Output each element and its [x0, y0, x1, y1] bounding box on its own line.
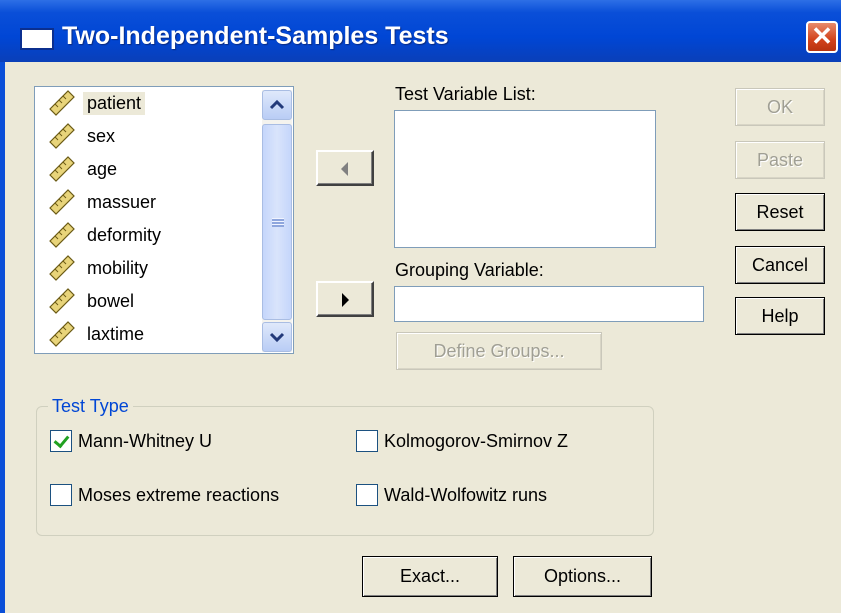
checkbox-unchecked-icon	[356, 484, 378, 506]
checkbox-checked-icon	[50, 430, 72, 452]
test-variable-list-label: Test Variable List:	[395, 84, 536, 104]
wald-wolfowitz-label: Wald-Wolfowitz runs	[384, 484, 548, 505]
variable-item-mobility[interactable]: mobility	[47, 253, 152, 283]
variable-name: laxtime	[87, 323, 145, 344]
variable-name: massuer	[87, 191, 157, 212]
variable-item-massuer[interactable]: massuer	[47, 187, 160, 217]
kolmogorov-smirnov-label: Kolmogorov-Smirnov Z	[384, 430, 569, 451]
help-label: Help	[761, 306, 799, 326]
title-bar: Two-Independent-Samples Tests ✕	[0, 0, 841, 62]
variable-item-deformity[interactable]: deformity	[47, 220, 165, 250]
scroll-up-button[interactable]	[262, 90, 292, 120]
checkbox-unchecked-icon	[356, 430, 378, 452]
reset-label: Reset	[756, 202, 804, 222]
variable-name: sex	[87, 125, 116, 146]
scale-variable-icon	[49, 222, 75, 248]
paste-button[interactable]: Paste	[735, 141, 825, 179]
kolmogorov-smirnov-checkbox[interactable]: Kolmogorov-Smirnov Z	[356, 430, 568, 452]
chevron-down-icon	[269, 332, 285, 343]
chevron-up-icon	[269, 99, 285, 110]
scroll-thumb[interactable]	[262, 124, 292, 320]
grip-icon	[272, 218, 284, 227]
test-type-title: Test Type	[48, 396, 133, 417]
ok-button[interactable]: OK	[735, 88, 825, 126]
variable-item-patient[interactable]: patient	[47, 88, 146, 118]
variable-item-age[interactable]: age	[47, 154, 121, 184]
variable-name: bowel	[87, 290, 135, 311]
moses-extreme-reactions-label: Moses extreme reactions	[78, 484, 280, 505]
moses-extreme-reactions-checkbox[interactable]: Moses extreme reactions	[50, 484, 279, 506]
options-label: Options...	[543, 566, 622, 586]
test-type-group	[36, 406, 654, 536]
define-groups-label: Define Groups...	[433, 341, 565, 361]
scale-variable-icon	[49, 288, 75, 314]
reset-button[interactable]: Reset	[735, 193, 825, 231]
ok-label: OK	[766, 97, 793, 117]
help-button[interactable]: Help	[735, 297, 825, 335]
exact-button[interactable]: Exact...	[362, 556, 498, 597]
window-icon	[20, 28, 54, 50]
mann-whitney-checkbox[interactable]: Mann-Whitney U	[50, 430, 212, 452]
grouping-variable-field[interactable]	[394, 286, 704, 322]
scale-variable-icon	[49, 156, 75, 182]
arrow-left-icon	[341, 162, 348, 176]
scale-variable-icon	[49, 123, 75, 149]
variable-name: mobility	[87, 257, 149, 278]
variable-item-bowel[interactable]: bowel	[47, 286, 138, 316]
arrow-right-icon	[342, 293, 349, 307]
close-button[interactable]: ✕	[806, 21, 838, 53]
test-variable-list[interactable]	[394, 110, 656, 248]
scale-variable-icon	[49, 90, 75, 116]
variable-name: age	[87, 158, 118, 179]
options-button[interactable]: Options...	[513, 556, 652, 597]
scale-variable-icon	[49, 321, 75, 347]
variable-list-scrollbar[interactable]	[262, 90, 292, 352]
variable-item-laxtime[interactable]: laxtime	[47, 319, 148, 349]
mann-whitney-label: Mann-Whitney U	[78, 430, 213, 451]
grouping-variable-label: Grouping Variable:	[395, 260, 544, 280]
variable-item-sex[interactable]: sex	[47, 121, 119, 151]
exact-label: Exact...	[399, 566, 461, 586]
scroll-down-button[interactable]	[262, 322, 292, 352]
move-to-test-list-button[interactable]	[316, 150, 374, 186]
move-to-grouping-button[interactable]	[316, 281, 374, 317]
window-title: Two-Independent-Samples Tests	[62, 22, 449, 50]
scale-variable-icon	[49, 189, 75, 215]
checkbox-unchecked-icon	[50, 484, 72, 506]
define-groups-button[interactable]: Define Groups...	[396, 332, 602, 370]
scale-variable-icon	[49, 255, 75, 281]
cancel-label: Cancel	[751, 255, 809, 275]
variable-name: deformity	[87, 224, 162, 245]
wald-wolfowitz-checkbox[interactable]: Wald-Wolfowitz runs	[356, 484, 547, 506]
source-variable-list[interactable]: patient sex age massuer deformity mobili…	[34, 86, 294, 354]
window-border	[0, 62, 5, 613]
cancel-button[interactable]: Cancel	[735, 246, 825, 284]
variable-name: patient	[83, 91, 146, 115]
paste-label: Paste	[756, 150, 804, 170]
